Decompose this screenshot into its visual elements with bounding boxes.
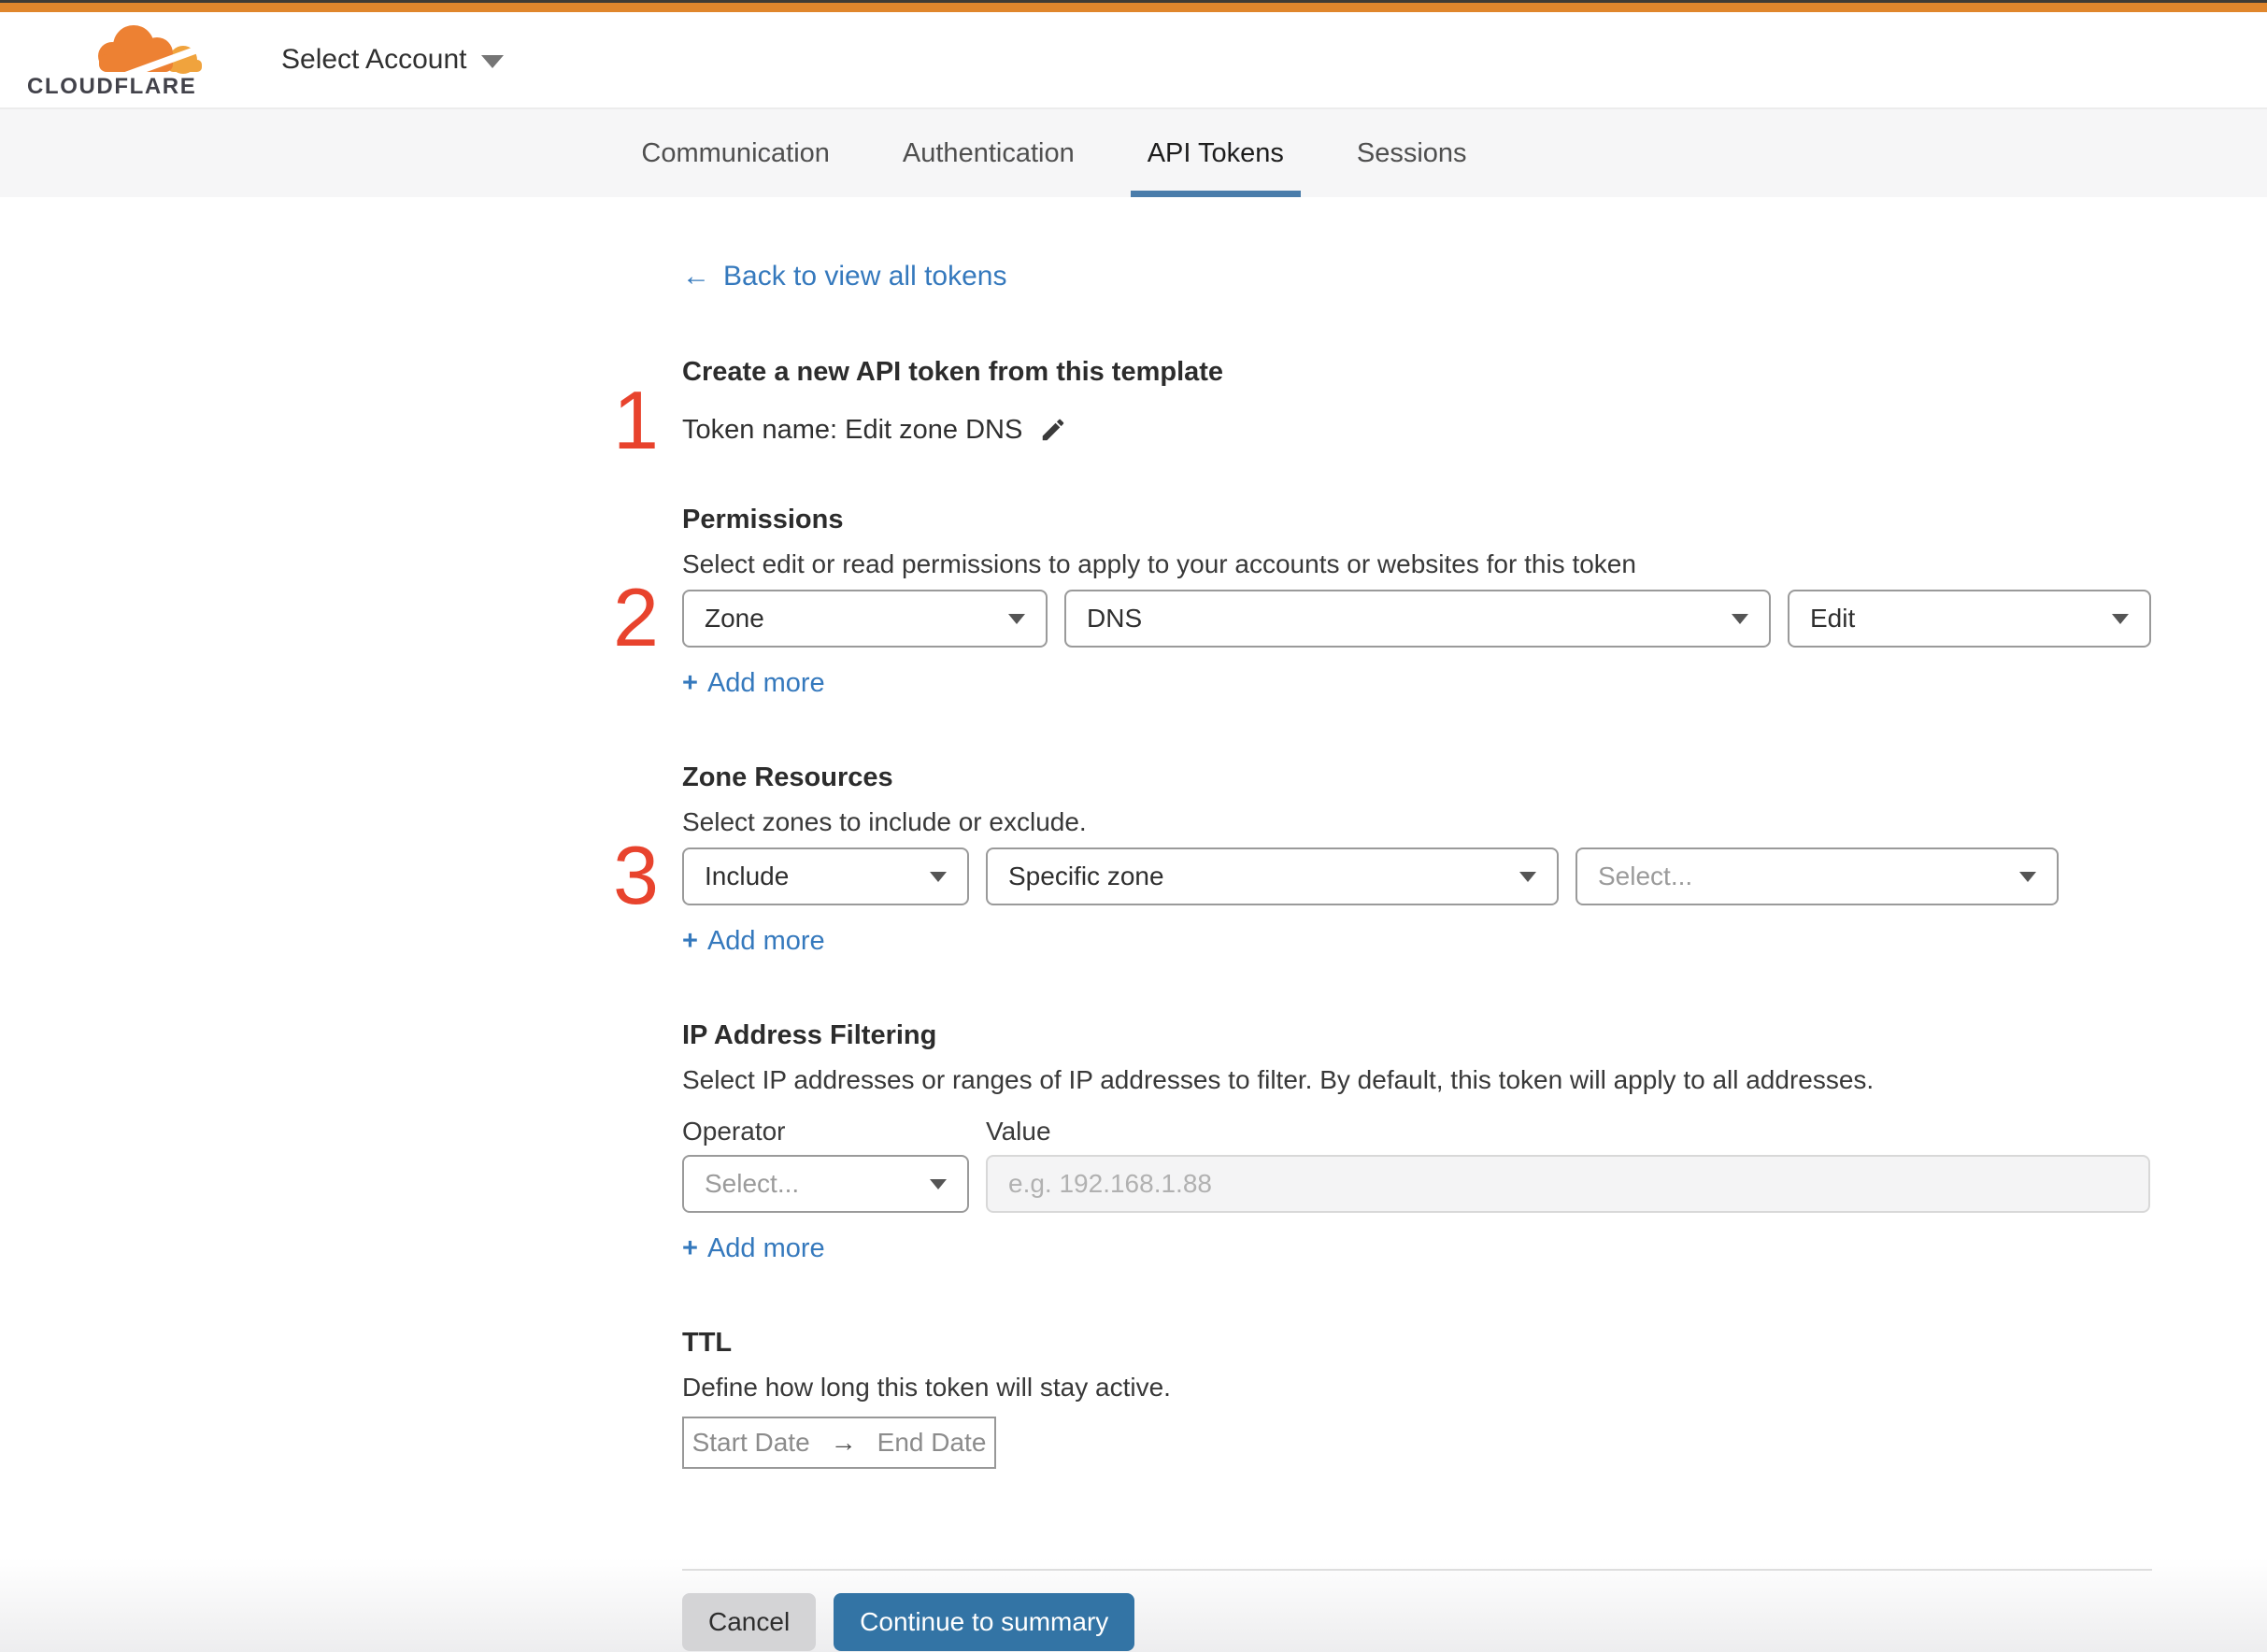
plus-icon: + [682,1233,698,1263]
section-title-zone-resources: Zone Resources [682,762,893,792]
add-more-label: Add more [706,926,825,956]
caret-down-icon [481,55,505,68]
footer-actions: Cancel Continue to summary [682,1593,2152,1651]
top-orange-strip [0,3,2267,12]
ip-value-input[interactable] [986,1155,2150,1213]
plus-icon: + [682,668,698,698]
token-template-section: Create a new API token from this templat… [613,355,2152,462]
zone-resources-section: Zone Resources Select zones to include o… [613,761,2152,958]
zone-picker-placeholder: Select... [1598,862,1693,890]
caret-down-icon [1008,613,1025,624]
caret-down-icon [930,871,947,882]
ip-operator-placeholder: Select... [705,1169,800,1198]
header: CLOUDFLARE Select Account [0,12,2267,107]
back-link-label: Back to view all tokens [723,261,1007,292]
zone-mode-value: Include [705,862,790,890]
tab-communication[interactable]: Communication [632,109,838,197]
ip-filtering-add-more-link[interactable]: + Add more [682,1232,825,1265]
section-title-permissions: Permissions [682,505,844,534]
caret-down-icon [1732,613,1748,624]
tab-bar: Communication Authentication API Tokens … [0,107,2267,197]
tab-api-tokens[interactable]: API Tokens [1130,109,1302,197]
continue-to-summary-button[interactable]: Continue to summary [834,1593,1135,1651]
permission-type-select[interactable]: DNS [1064,590,1771,648]
section-title-create-token: Create a new API token from this templat… [682,357,1224,387]
cloudflare-wordmark: CLOUDFLARE [27,74,196,99]
caret-down-icon [2112,613,2129,624]
add-more-label: Add more [706,668,825,698]
account-selector[interactable]: Select Account [281,44,505,76]
caret-down-icon [1519,871,1536,882]
permissions-section: Permissions Select edit or read permissi… [613,503,2152,700]
zone-type-select[interactable]: Specific zone [986,847,1559,905]
ttl-section: TTL Define how long this token will stay… [682,1326,2152,1469]
footer-divider [682,1569,2152,1571]
add-more-label: Add more [706,1233,825,1263]
tab-sessions[interactable]: Sessions [1347,109,1476,197]
permissions-add-more-link[interactable]: + Add more [682,666,825,700]
section-title-ttl: TTL [682,1328,733,1358]
ttl-description: Define how long this token will stay act… [682,1373,1171,1402]
zone-picker-select[interactable]: Select... [1575,847,2059,905]
zone-resources-description: Select zones to include or exclude. [682,807,1087,836]
arrow-right-icon: → [830,1428,857,1457]
zone-resources-add-more-link[interactable]: + Add more [682,924,825,958]
caret-down-icon [930,1178,947,1189]
zone-mode-select[interactable]: Include [682,847,969,905]
main-content: ← Back to view all tokens Create a new A… [613,197,2152,1651]
tab-authentication[interactable]: Authentication [893,109,1084,197]
permission-scope-value: Zone [705,604,764,633]
permissions-description: Select edit or read permissions to apply… [682,549,1636,578]
permission-access-select[interactable]: Edit [1788,590,2151,648]
permission-access-value: Edit [1810,604,1856,633]
ip-filtering-description: Select IP addresses or ranges of IP addr… [682,1065,1875,1094]
back-to-tokens-link[interactable]: ← Back to view all tokens [682,260,1006,293]
permission-type-value: DNS [1087,604,1143,633]
back-arrow-icon: ← [682,261,710,292]
value-label: Value [986,1117,1051,1146]
account-selector-label: Select Account [281,44,467,75]
step-number-1: 1 [613,374,659,466]
cancel-button[interactable]: Cancel [682,1593,817,1651]
cloudflare-logo[interactable]: CLOUDFLARE [26,21,227,99]
step-number-2: 2 [613,571,659,663]
section-title-ip-filtering: IP Address Filtering [682,1020,937,1050]
end-date-label: End Date [877,1428,987,1457]
plus-icon: + [682,926,698,956]
ttl-date-range-picker[interactable]: Start Date → End Date [682,1417,996,1469]
operator-label: Operator [682,1117,786,1146]
edit-token-name-icon[interactable] [1039,416,1067,444]
caret-down-icon [2019,871,2036,882]
start-date-label: Start Date [692,1428,810,1457]
zone-type-value: Specific zone [1008,862,1164,890]
ip-filtering-section: IP Address Filtering Select IP addresses… [682,1018,2152,1265]
ip-operator-select[interactable]: Select... [682,1155,969,1213]
permission-scope-select[interactable]: Zone [682,590,1048,648]
token-name-text: Token name: Edit zone DNS [682,414,1023,445]
step-number-3: 3 [613,829,659,921]
